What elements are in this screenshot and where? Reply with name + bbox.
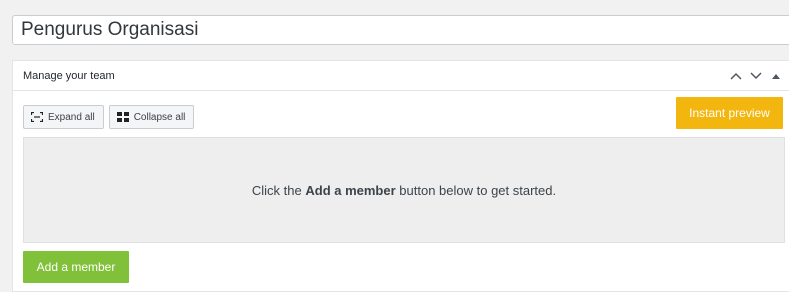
members-empty-state: Click the Add a member button below to g… [23, 137, 785, 243]
expand-all-button[interactable]: Expand all [23, 105, 104, 129]
title-input[interactable] [12, 15, 789, 45]
expand-all-label: Expand all [48, 111, 95, 123]
collapse-icon [116, 112, 129, 122]
expand-icon [31, 112, 43, 122]
collapse-all-button[interactable]: Collapse all [108, 105, 195, 129]
chevron-up-icon[interactable] [727, 67, 745, 85]
caret-up-icon[interactable] [767, 67, 785, 85]
accordion-toolbar: Expand all Collapse all [23, 105, 195, 129]
empty-message-suffix: button below to get started. [395, 182, 557, 198]
manage-team-postbox: Manage your team Expand all Collapse all… [12, 60, 789, 292]
postbox-title: Manage your team [23, 69, 115, 82]
postbox-handle-actions [727, 61, 785, 91]
empty-state-message: Click the Add a member button below to g… [252, 183, 556, 198]
add-member-button[interactable]: Add a member [23, 251, 129, 283]
empty-message-emphasis: Add a member [305, 182, 396, 198]
postbox-header: Manage your team [13, 61, 789, 91]
team-editor-page: Manage your team [0, 0, 789, 292]
instant-preview-button[interactable]: Instant preview [676, 97, 783, 129]
collapse-all-label: Collapse all [133, 111, 186, 123]
empty-message-prefix: Click the [251, 182, 306, 198]
chevron-down-icon[interactable] [747, 67, 765, 85]
